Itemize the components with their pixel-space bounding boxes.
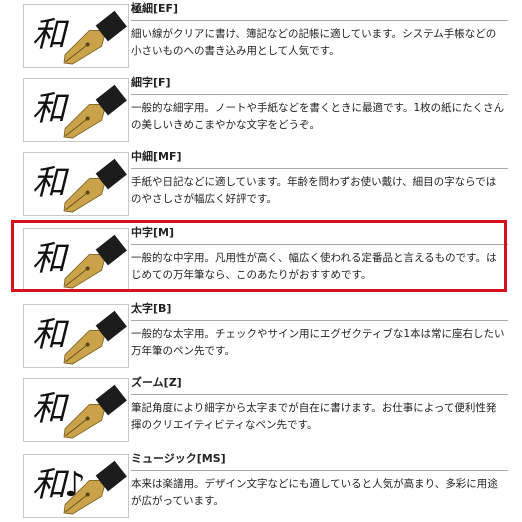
- fountain-pen-nib-icon: [63, 84, 127, 139]
- nib-title: 太字[B]: [131, 302, 172, 315]
- nib-row-b: 和 太字[B] 一般的な太字用。チェックやサイン用にエグゼクティブな1本は常に座…: [13, 302, 508, 368]
- fountain-pen-nib-icon: [63, 384, 127, 439]
- divider: [131, 394, 508, 395]
- divider: [131, 94, 508, 95]
- nib-description: 一般的な細字用。ノートや手紙などを書くときに最適です。1枚の紙にたくさんの美しい…: [131, 102, 505, 131]
- nib-row-f: 和 細字[F] 一般的な細字用。ノートや手紙などを書くときに最適です。1枚の紙に…: [13, 76, 508, 142]
- selected-highlight-frame: [11, 220, 507, 292]
- nib-thumbnail: 和♪: [23, 454, 129, 518]
- fountain-pen-nib-icon: [63, 310, 127, 365]
- nib-description: 細い線がクリアに書け、簿記などの記帳に適しています。システム手帳などの小さいもの…: [131, 28, 497, 57]
- nib-title: 中細[MF]: [131, 150, 182, 163]
- nib-title: ミュージック[MS]: [131, 452, 226, 465]
- nib-description: 本来は楽譜用。デザイン文字などにも適していると人気が高まり、多彩に用途が広がって…: [131, 478, 498, 507]
- nib-title: 極細[EF]: [131, 2, 179, 15]
- nib-row-mf: 和 中細[MF] 手紙や日記などに適しています。年齢を問わずお使い戴け、細目の字…: [13, 150, 508, 216]
- fountain-pen-nib-icon: [63, 158, 127, 213]
- nib-thumbnail: 和: [23, 78, 129, 142]
- fountain-pen-nib-icon: [63, 460, 127, 515]
- nib-thumbnail: 和: [23, 4, 129, 68]
- divider: [131, 20, 508, 21]
- nib-row-ef: 和 極細[EF] 細い線がクリアに書け、簿記などの記帳に適しています。システム手…: [13, 2, 508, 68]
- nib-title: 細字[F]: [131, 76, 171, 89]
- nib-description: 一般的な太字用。チェックやサイン用にエグゼクティブな1本は常に座右したい万年筆の…: [131, 328, 505, 357]
- fountain-pen-nib-icon: [63, 10, 127, 65]
- nib-title: ズーム[Z]: [131, 376, 182, 389]
- divider: [131, 168, 508, 169]
- divider: [131, 470, 508, 471]
- nib-thumbnail: 和: [23, 378, 129, 442]
- nib-thumbnail: 和: [23, 304, 129, 368]
- nib-thumbnail: 和: [23, 152, 129, 216]
- nib-row-ms: 和♪ ミュージック[MS] 本来は楽譜用。デザイン文字などにも適していると人気が…: [13, 452, 508, 518]
- nib-description: 筆記角度により細字から太字までが自在に書けます。お仕事によって便利性発揮のクリエ…: [131, 402, 497, 431]
- nib-row-z: 和 ズーム[Z] 筆記角度により細字から太字までが自在に書けます。お仕事によって…: [13, 376, 508, 442]
- nib-description: 手紙や日記などに適しています。年齢を問わずお使い戴け、細目の字ならではのやさしさ…: [131, 176, 497, 205]
- divider: [131, 320, 508, 321]
